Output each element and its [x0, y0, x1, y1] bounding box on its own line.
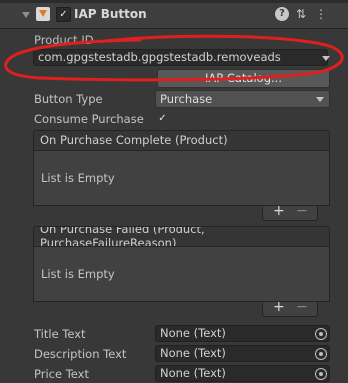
title-text-value: None (Text) — [160, 326, 226, 340]
button-type-dropdown[interactable]: Purchase — [155, 90, 330, 108]
header-stripe — [0, 0, 348, 3]
foldout-arrow-icon[interactable] — [22, 12, 30, 18]
description-text-label: Description Text — [34, 347, 127, 361]
consume-purchase-checkbox[interactable]: ✓ — [155, 111, 170, 126]
consume-purchase-label: Consume Purchase — [34, 112, 144, 126]
price-text-value: None (Text) — [160, 366, 226, 380]
on-purchase-failed-title-line2: PurchaseFailureReason) — [40, 236, 177, 247]
chevron-down-icon — [316, 97, 324, 102]
component-enabled-checkbox[interactable]: ✓ — [56, 7, 71, 22]
remove-button[interactable]: − — [296, 203, 308, 219]
button-type-label: Button Type — [34, 92, 103, 106]
remove-button[interactable]: − — [296, 299, 308, 315]
component-header: ✓ IAP Button ? ⇅ ⋮ — [0, 0, 348, 29]
on-purchase-failed-header: On Purchase Failed (Product, PurchaseFai… — [33, 226, 330, 247]
object-picker-icon[interactable] — [315, 348, 327, 360]
on-purchase-complete-header: On Purchase Complete (Product) — [33, 130, 330, 151]
component-title: IAP Button — [74, 7, 147, 21]
on-purchase-failed-footer: + − — [262, 299, 318, 317]
price-text-field[interactable]: None (Text) — [155, 365, 330, 382]
list-empty-text: List is Empty — [41, 267, 115, 281]
object-picker-icon[interactable] — [315, 368, 327, 380]
title-text-label: Title Text — [34, 327, 86, 341]
presets-icon[interactable]: ⇅ — [294, 7, 308, 21]
title-text-field[interactable]: None (Text) — [155, 325, 330, 342]
iap-button-component-icon — [36, 7, 50, 21]
on-purchase-complete-list: List is Empty — [33, 151, 330, 206]
on-purchase-failed-list: List is Empty — [33, 247, 330, 302]
on-purchase-complete-footer: + − — [262, 203, 318, 221]
button-type-value: Purchase — [160, 92, 213, 106]
description-text-field[interactable]: None (Text) — [155, 345, 330, 362]
add-button[interactable]: + — [273, 299, 285, 315]
checkmark-icon: ✓ — [158, 113, 167, 124]
context-menu-icon[interactable]: ⋮ — [314, 7, 328, 21]
checkmark-icon: ✓ — [59, 9, 68, 20]
object-picker-icon[interactable] — [315, 328, 327, 340]
description-text-value: None (Text) — [160, 346, 226, 360]
red-circle-annotation — [4, 34, 344, 82]
add-button[interactable]: + — [273, 203, 285, 219]
help-icon[interactable]: ? — [275, 7, 289, 21]
price-text-label: Price Text — [34, 367, 89, 381]
on-purchase-failed-title-line1: On Purchase Failed (Product, — [40, 226, 205, 236]
list-empty-text: List is Empty — [41, 171, 115, 185]
